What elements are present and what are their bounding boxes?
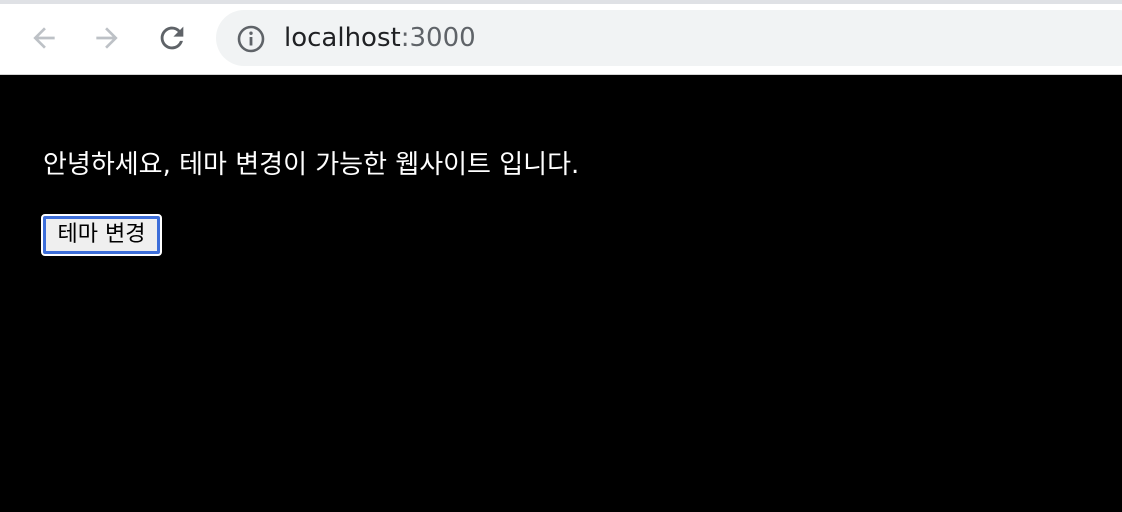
url-host: localhost [284,23,401,53]
page-content: 안녕하세요, 테마 변경이 가능한 웹사이트 입니다. 테마 변경 [0,76,1122,512]
reload-button[interactable] [154,20,190,56]
tab-strip-edge [0,0,1122,4]
forward-button[interactable] [89,20,125,56]
theme-toggle-button[interactable]: 테마 변경 [41,214,162,256]
url-port: :3000 [400,23,476,53]
info-icon[interactable] [236,24,266,54]
browser-toolbar: localhost:3000 [0,0,1122,75]
url-text[interactable]: localhost:3000 [284,10,476,66]
reload-icon [155,21,189,55]
greeting-text: 안녕하세요, 테마 변경이 가능한 웹사이트 입니다. [43,150,580,180]
arrow-right-icon [91,22,123,54]
address-bar[interactable]: localhost:3000 [216,10,1122,66]
back-button[interactable] [26,20,62,56]
arrow-left-icon [28,22,60,54]
